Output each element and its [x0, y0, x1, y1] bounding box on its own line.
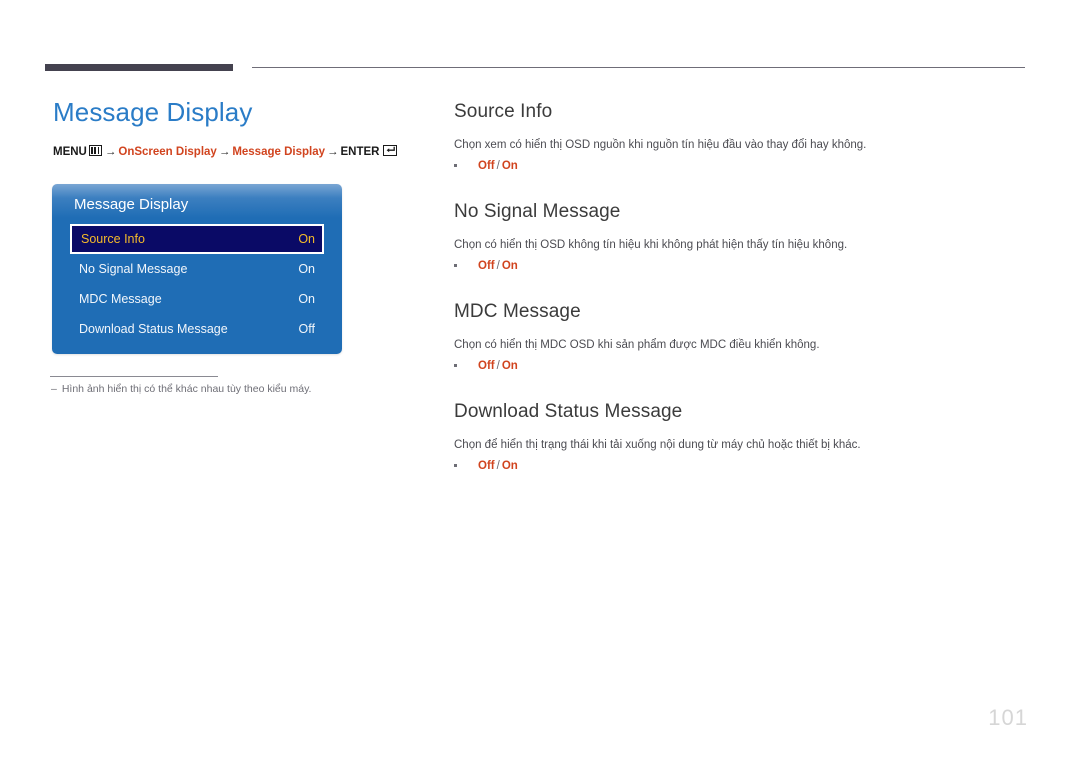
option-on: On [501, 360, 518, 372]
breadcrumb-enter-label: ENTER [340, 146, 380, 158]
header-rule-accent [45, 64, 233, 71]
osd-row-value: Off [298, 322, 315, 336]
osd-preview-panel: Message Display Source Info On No Signal… [52, 184, 342, 354]
osd-row-value: On [298, 262, 315, 276]
breadcrumb: MENU → OnScreen Display → Message Display → EN… [53, 145, 423, 159]
bullet-icon [454, 264, 457, 267]
osd-title: Message Display [74, 196, 189, 213]
option-off: Off [478, 160, 495, 172]
page-number: 101 [988, 705, 1028, 730]
option-separator: / [496, 260, 500, 272]
osd-row-value: On [298, 292, 315, 306]
option-off: Off [478, 260, 495, 272]
option-separator: / [496, 160, 500, 172]
section-heading: Download Status Message [454, 401, 683, 422]
osd-row-label: Download Status Message [79, 322, 228, 336]
section-options: Off / On [454, 158, 1034, 174]
option-on: On [501, 460, 518, 472]
section-options: Off / On [454, 258, 1034, 274]
osd-row-label: Source Info [81, 232, 145, 246]
breadcrumb-arrow-1: → [104, 146, 117, 158]
osd-row-download-status-message[interactable]: Download Status Message Off [70, 314, 324, 344]
option-on: On [501, 160, 518, 172]
section-source-info: Source Info Chọn xem có hiển thị OSD ngu… [454, 99, 1034, 174]
option-separator: / [496, 460, 500, 472]
option-on: On [501, 260, 518, 272]
osd-row-no-signal-message[interactable]: No Signal Message On [70, 254, 324, 284]
osd-row-label: MDC Message [79, 292, 162, 306]
menu-bars-icon [88, 145, 102, 156]
section-description: Chọn để hiển thị trạng thái khi tải xuốn… [454, 439, 861, 451]
page-title: Message Display [53, 97, 253, 127]
section-options: Off / On [454, 458, 1034, 474]
osd-row-source-info[interactable]: Source Info On [70, 224, 324, 254]
option-off: Off [478, 460, 495, 472]
section-heading: MDC Message [454, 301, 581, 322]
option-separator: / [496, 360, 500, 372]
section-description: Chọn có hiển thị OSD không tín hiệu khi … [454, 239, 848, 251]
section-options: Off / On [454, 358, 1034, 374]
breadcrumb-arrow-3: → [327, 146, 339, 158]
bullet-icon [454, 464, 457, 467]
osd-row-label: No Signal Message [79, 262, 188, 276]
breadcrumb-menu-label: MENU [53, 146, 87, 158]
section-download-status-message: Download Status Message Chọn để hiển thị… [454, 399, 1034, 474]
breadcrumb-item-message-display[interactable]: Message Display [232, 146, 325, 158]
option-off: Off [478, 360, 495, 372]
section-mdc-message: MDC Message Chọn có hiển thị MDC OSD khi… [454, 299, 1034, 374]
footnote-dash: – [51, 383, 57, 395]
section-description: Chọn có hiển thị MDC OSD khi sản phẩm đư… [454, 339, 820, 351]
breadcrumb-item-onscreen-display[interactable]: OnScreen Display [118, 146, 216, 158]
section-heading: Source Info [454, 101, 553, 122]
section-description: Chọn xem có hiển thị OSD nguồn khi nguồn… [454, 139, 867, 151]
section-heading: No Signal Message [454, 201, 621, 222]
bullet-icon [454, 164, 457, 167]
right-column: Source Info Chọn xem có hiển thị OSD ngu… [454, 99, 1034, 499]
breadcrumb-arrow-2: → [218, 146, 231, 158]
enter-return-icon [383, 145, 398, 156]
footnote: – Hình ảnh hiển thị có thể khác nhau tùy … [51, 382, 391, 397]
header-rule-line [252, 67, 1025, 68]
section-no-signal-message: No Signal Message Chọn có hiển thị OSD k… [454, 199, 1034, 274]
footnote-divider [50, 376, 218, 377]
osd-row-value: On [298, 232, 315, 246]
osd-row-mdc-message[interactable]: MDC Message On [70, 284, 324, 314]
footnote-text: Hình ảnh hiển thị có thể khác nhau tùy t… [61, 383, 312, 395]
left-column: Message Display MENU → OnScreen Display → Me… [53, 96, 423, 159]
osd-menu-list: Source Info On No Signal Message On MDC … [70, 224, 324, 344]
bullet-icon [454, 364, 457, 367]
